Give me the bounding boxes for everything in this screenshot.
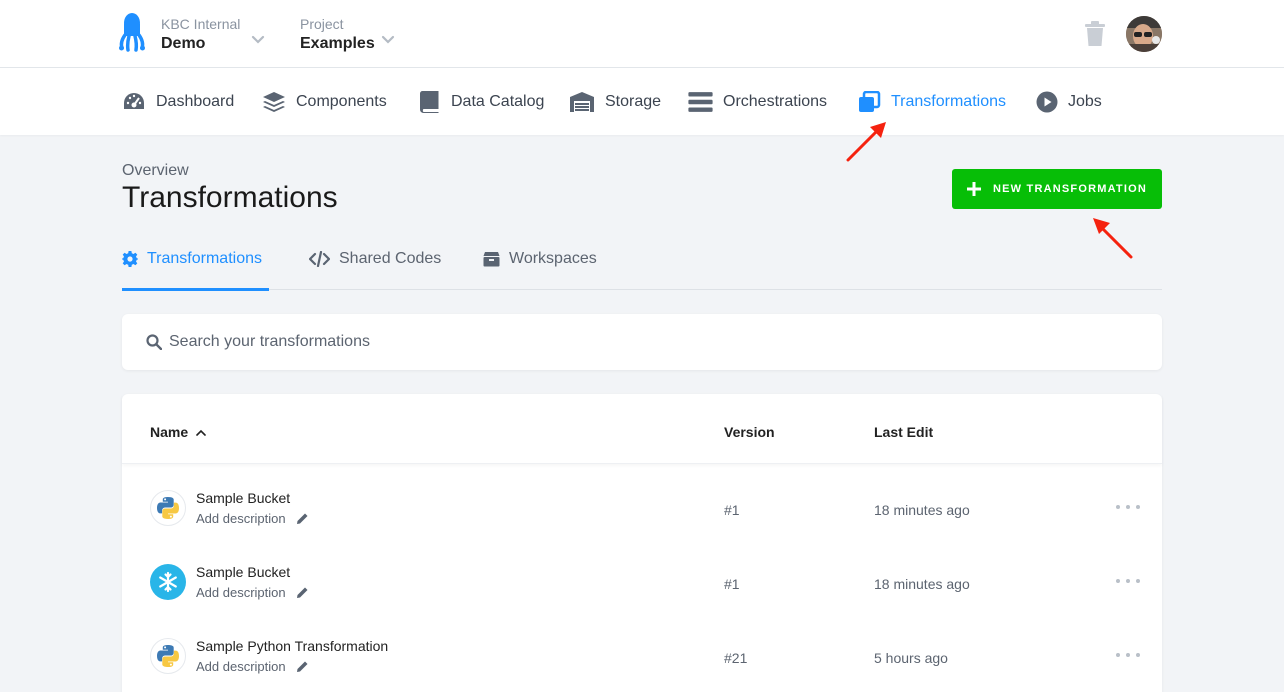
pencil-icon bbox=[296, 587, 308, 598]
chevron-down-icon bbox=[251, 35, 265, 44]
new-transformation-label: NEW TRANSFORMATION bbox=[993, 183, 1147, 195]
dashboard-icon bbox=[124, 93, 144, 109]
nav-item-storage[interactable]: Storage bbox=[569, 90, 661, 114]
description-text: Add description bbox=[196, 659, 286, 674]
box-icon bbox=[483, 252, 500, 267]
description-editor[interactable]: Add description bbox=[196, 511, 309, 526]
chevron-down-icon bbox=[381, 35, 395, 44]
version: #1 bbox=[724, 576, 740, 592]
nav-item-label: Jobs bbox=[1068, 93, 1102, 110]
tab-workspaces[interactable]: Workspaces bbox=[483, 248, 597, 270]
version: #21 bbox=[724, 650, 748, 666]
window-restore-icon bbox=[859, 91, 881, 112]
book-icon bbox=[420, 91, 439, 113]
tabs-divider bbox=[122, 289, 1162, 290]
gear-icon bbox=[122, 251, 138, 267]
warehouse-icon bbox=[570, 92, 594, 112]
tab-label: Shared Codes bbox=[339, 250, 442, 267]
tab-shared-codes[interactable]: Shared Codes bbox=[309, 248, 441, 270]
version: #1 bbox=[724, 502, 740, 518]
last-edit: 18 minutes ago bbox=[874, 576, 970, 592]
nav-item-jobs[interactable]: Jobs bbox=[1036, 90, 1102, 114]
search-box bbox=[122, 314, 1162, 370]
column-header-last-edit: Last Edit bbox=[874, 424, 933, 440]
search-icon bbox=[146, 334, 162, 350]
table-header: Name Version Last Edit bbox=[122, 394, 1162, 464]
trash-icon[interactable] bbox=[1084, 21, 1106, 47]
last-edit: 5 hours ago bbox=[874, 650, 948, 666]
bars-icon bbox=[688, 92, 713, 112]
column-header-label: Last Edit bbox=[874, 424, 934, 440]
column-header-label: Version bbox=[724, 424, 775, 440]
breadcrumb-overview: Overview bbox=[122, 162, 189, 179]
table-row[interactable]: Sample Bucket Add description #1 18 minu… bbox=[122, 544, 1162, 618]
snowflake-icon bbox=[150, 564, 186, 600]
layers-icon bbox=[263, 92, 285, 112]
new-transformation-button[interactable]: NEW TRANSFORMATION bbox=[952, 169, 1162, 209]
organization-label: KBC Internal bbox=[161, 16, 241, 32]
annotation-arrow-icon bbox=[846, 122, 886, 162]
pencil-icon bbox=[296, 513, 308, 524]
column-header-version: Version bbox=[724, 424, 775, 440]
nav-item-components[interactable]: Components bbox=[262, 90, 387, 114]
more-actions-icon[interactable] bbox=[1116, 574, 1140, 588]
project-value: Examples bbox=[300, 35, 375, 52]
nav-item-label: Components bbox=[296, 93, 387, 110]
python-icon bbox=[150, 638, 186, 674]
description-editor[interactable]: Add description bbox=[196, 659, 309, 674]
nav-item-data-catalog[interactable]: Data Catalog bbox=[418, 90, 544, 114]
transformations-table: Name Version Last Edit Sample Bucket Add… bbox=[122, 394, 1162, 692]
more-actions-icon[interactable] bbox=[1116, 648, 1140, 662]
python-icon bbox=[150, 490, 186, 526]
project-label: Project bbox=[300, 16, 344, 32]
transformation-name[interactable]: Sample Bucket bbox=[196, 490, 290, 506]
tab-transformations[interactable]: Transformations bbox=[122, 248, 262, 270]
nav-item-transformations[interactable]: Transformations bbox=[857, 90, 1006, 114]
project-selector[interactable]: Project Examples bbox=[300, 15, 395, 54]
column-header-label: Name bbox=[150, 424, 189, 440]
search-input[interactable] bbox=[169, 330, 1069, 354]
active-tab-indicator bbox=[122, 288, 269, 291]
annotation-arrow-icon bbox=[1093, 218, 1133, 259]
nav-item-dashboard[interactable]: Dashboard bbox=[122, 90, 234, 114]
transformation-name[interactable]: Sample Bucket bbox=[196, 564, 290, 580]
sort-ascending-icon bbox=[196, 429, 206, 436]
organization-selector[interactable]: KBC Internal Demo bbox=[161, 15, 265, 54]
nav-item-orchestrations[interactable]: Orchestrations bbox=[688, 90, 827, 114]
more-actions-icon[interactable] bbox=[1116, 500, 1140, 514]
page-title: Transformations bbox=[122, 181, 338, 214]
table-row[interactable]: Sample Python Transformation Add descrip… bbox=[122, 618, 1162, 692]
code-icon bbox=[309, 251, 330, 267]
nav-item-label: Transformations bbox=[891, 93, 1006, 110]
nav-item-label: Dashboard bbox=[156, 93, 235, 110]
description-text: Add description bbox=[196, 511, 286, 526]
play-circle-icon bbox=[1036, 91, 1058, 113]
top-bar: KBC Internal Demo Project Examples bbox=[0, 0, 1284, 68]
description-text: Add description bbox=[196, 585, 286, 600]
plus-icon bbox=[967, 182, 981, 196]
column-header-name[interactable]: Name bbox=[150, 424, 206, 440]
description-editor[interactable]: Add description bbox=[196, 585, 309, 600]
table-row[interactable]: Sample Bucket Add description #1 18 minu… bbox=[122, 470, 1162, 544]
nav-item-label: Storage bbox=[605, 93, 662, 110]
tab-label: Workspaces bbox=[509, 250, 597, 267]
user-avatar[interactable] bbox=[1126, 16, 1162, 52]
main-nav: Dashboard Components Data Catalog Storag… bbox=[0, 68, 1284, 135]
nav-item-label: Data Catalog bbox=[451, 93, 545, 110]
transformation-name[interactable]: Sample Python Transformation bbox=[196, 638, 388, 654]
last-edit: 18 minutes ago bbox=[874, 502, 970, 518]
pencil-icon bbox=[296, 661, 308, 672]
organization-value: Demo bbox=[161, 35, 206, 52]
nav-item-label: Orchestrations bbox=[723, 93, 828, 110]
keboola-logo-icon[interactable] bbox=[118, 12, 150, 54]
tab-label: Transformations bbox=[147, 250, 262, 267]
